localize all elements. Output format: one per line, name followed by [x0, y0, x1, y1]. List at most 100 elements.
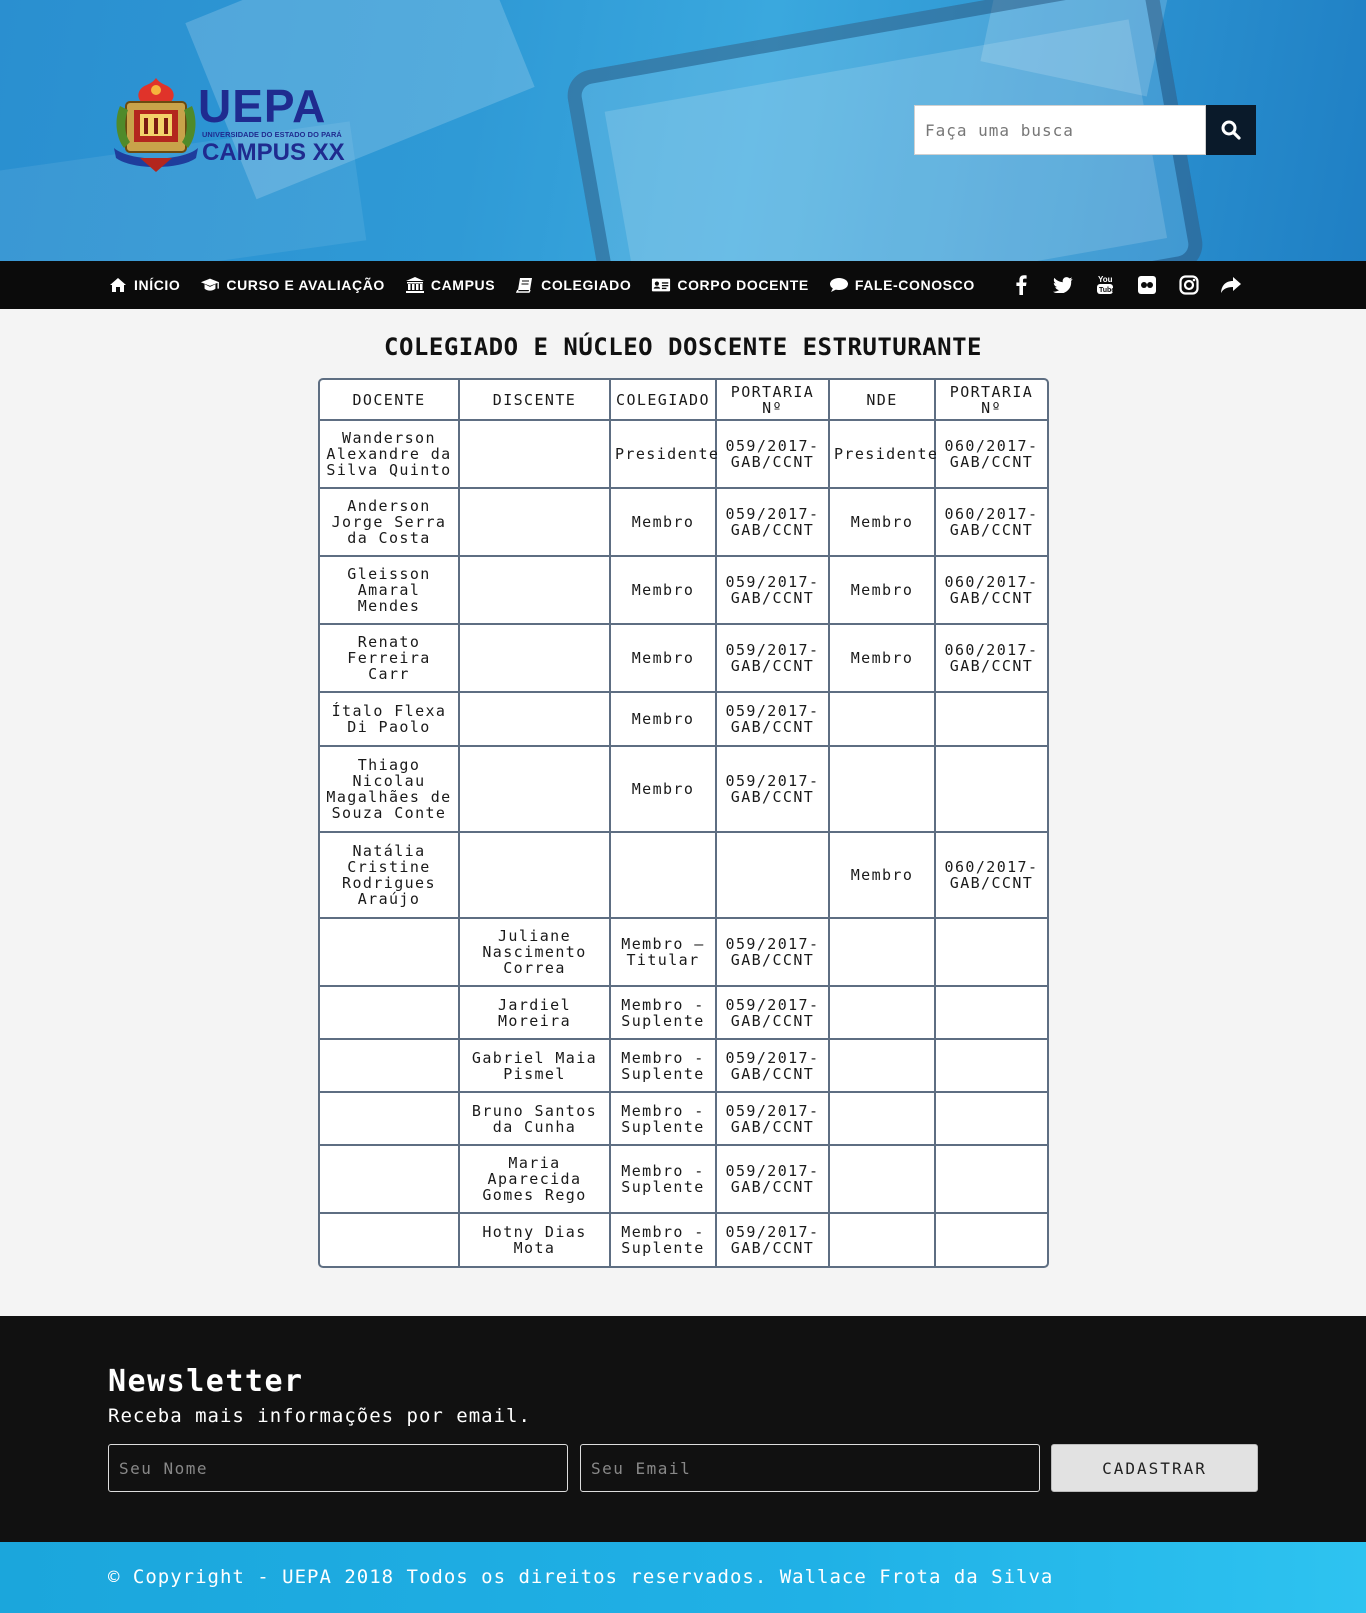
table-cell: 059/2017-GAB/CCNT [715, 1212, 830, 1266]
table-cell: 059/2017-GAB/CCNT [715, 745, 830, 833]
table-cell [609, 831, 717, 919]
university-icon [405, 276, 425, 294]
youtube-icon[interactable]: You Tube [1094, 274, 1116, 296]
table-cell: Membro - Suplente [609, 1212, 717, 1266]
nav-item-fale-conosco[interactable]: FALE-CONOSCO [829, 276, 975, 294]
table-cell: Maria Aparecida Gomes Rego [458, 1144, 611, 1214]
table-cell: 060/2017-GAB/CCNT [934, 555, 1047, 625]
table-row: Gleisson Amaral Mendes Membro 059/2017-GAB… [320, 555, 1047, 625]
copyright-bar: © Copyright - UEPA 2018 Todos os direito… [0, 1542, 1366, 1613]
table-cell [715, 831, 830, 919]
table-cell: 060/2017-GAB/CCNT [934, 623, 1047, 693]
table-cell [828, 985, 936, 1040]
search-input[interactable] [914, 105, 1206, 155]
id-card-icon [651, 276, 671, 294]
nav-menu: INÍCIO CURSO E AVALIAÇÃO CAMPUS COLEGIAD… [108, 261, 995, 309]
table-cell [458, 691, 611, 747]
facebook-icon[interactable] [1010, 274, 1032, 296]
logo-title: UEPA [198, 80, 327, 132]
newsletter-name-field[interactable] [108, 1444, 568, 1492]
table-row: Thiago Nicolau Magalhães de Souza Conte M… [320, 745, 1047, 833]
table-cell: Wanderson Alexandre da Silva Quinto [320, 419, 460, 489]
table-cell [934, 1212, 1047, 1266]
table-row: Maria Aparecida Gomes Rego Membro - Suple… [320, 1144, 1047, 1214]
table-cell: Membro [609, 745, 717, 833]
nav-item-campus[interactable]: CAMPUS [405, 276, 495, 294]
table-cell: Membro [609, 555, 717, 625]
twitter-icon[interactable] [1052, 274, 1074, 296]
table-cell [320, 1144, 460, 1214]
table-cell: Hotny Dias Mota [458, 1212, 611, 1266]
copyright-text: © Copyright - UEPA 2018 Todos os direito… [108, 1566, 1054, 1588]
search-form [914, 105, 1256, 155]
table-cell [458, 555, 611, 625]
table-cell: Anderson Jorge Serra da Costa [320, 487, 460, 557]
table-cell: Membro [609, 487, 717, 557]
table-body: Wanderson Alexandre da Silva Quinto Presi… [320, 419, 1047, 1266]
table-cell: 059/2017-GAB/CCNT [715, 487, 830, 557]
newsletter-title: Newsletter [108, 1364, 304, 1399]
table-cell: 059/2017-GAB/CCNT [715, 917, 830, 987]
table-cell [828, 1212, 936, 1266]
table-cell: 059/2017-GAB/CCNT [715, 691, 830, 747]
table-cell [934, 1144, 1047, 1214]
newsletter-email-field[interactable] [580, 1444, 1040, 1492]
table-cell [934, 691, 1047, 747]
newsletter-subtitle: Receba mais informações por email. [108, 1405, 531, 1427]
table-row: Anderson Jorge Serra da Costa Membro 059/2… [320, 487, 1047, 557]
table-cell: Ítalo Flexa Di Paolo [320, 691, 460, 747]
table-cell: Renato Ferreira Carr [320, 623, 460, 693]
table-cell [320, 1212, 460, 1266]
nav-item-colegiado[interactable]: COLEGIADO [515, 276, 631, 294]
flickr-icon[interactable] [1136, 274, 1158, 296]
table-cell: Thiago Nicolau Magalhães de Souza Conte [320, 745, 460, 833]
table-cell: Membro [828, 623, 936, 693]
site-logo[interactable]: UEPA UNIVERSIDADE DO ESTADO DO PARÁ CAMP… [110, 76, 350, 176]
table-cell [458, 745, 611, 833]
table-row: Renato Ferreira Carr Membro 059/2017-GAB/C… [320, 623, 1047, 693]
search-button[interactable] [1206, 105, 1256, 155]
table-cell [320, 985, 460, 1040]
table-cell [934, 917, 1047, 987]
table-row: Bruno Santos da Cunha Membro - Suplente 05… [320, 1091, 1047, 1146]
table-cell: Membro [828, 831, 936, 919]
svg-text:Tube: Tube [1099, 287, 1114, 294]
table-cell: Membro - Suplente [609, 1091, 717, 1146]
column-header: NDE [828, 380, 936, 421]
table-row: Natália Cristine Rodrigues Araújo Membro 0… [320, 831, 1047, 919]
svg-text:You: You [1098, 275, 1113, 284]
table-cell [320, 1038, 460, 1093]
table-cell [458, 831, 611, 919]
table-cell [828, 1091, 936, 1146]
logo-subtitle: UNIVERSIDADE DO ESTADO DO PARÁ [202, 130, 342, 139]
newsletter-submit-button[interactable]: CADASTRAR [1051, 1444, 1258, 1492]
table-cell: Presidente [828, 419, 937, 489]
nav-item-label: INÍCIO [134, 277, 181, 293]
table-cell: Membro [828, 487, 936, 557]
home-icon [108, 276, 128, 294]
instagram-icon[interactable] [1178, 274, 1200, 296]
table-cell [934, 1038, 1047, 1093]
table-cell [458, 487, 611, 557]
nav-item-corpo-docente[interactable]: CORPO DOCENTE [651, 276, 808, 294]
table-cell [828, 1038, 936, 1093]
nav-item-label: COLEGIADO [541, 277, 632, 293]
table-cell: Membro [609, 623, 717, 693]
table-row: Ítalo Flexa Di Paolo Membro 059/2017-GAB/C… [320, 691, 1047, 747]
table-cell: 059/2017-GAB/CCNT [715, 985, 830, 1040]
column-header: PORTARIA Nº [715, 380, 830, 421]
table-cell: Gabriel Maia Pismel [458, 1038, 611, 1093]
nav-item-curso-e-avaliacao[interactable]: CURSO E AVALIAÇÃO [200, 276, 385, 294]
table-cell: 059/2017-GAB/CCNT [715, 1038, 830, 1093]
table-row: Wanderson Alexandre da Silva Quinto Presi… [320, 419, 1047, 489]
nav-item-inicio[interactable]: INÍCIO [108, 276, 180, 294]
table-cell [934, 985, 1047, 1040]
column-header: DOCENTE [320, 380, 460, 421]
table-header-row: DOCENTE DISCENTE COLEGIADO PORTARIA Nº N… [320, 380, 1047, 421]
table-cell: 059/2017-GAB/CCNT [715, 555, 830, 625]
graduation-cap-icon [200, 276, 220, 294]
table-cell: Presidente [609, 419, 718, 489]
newsletter-section: Newsletter Receba mais informações por e… [0, 1316, 1366, 1542]
logo-campus: CAMPUS XX [202, 139, 345, 166]
share-icon[interactable] [1220, 274, 1242, 296]
